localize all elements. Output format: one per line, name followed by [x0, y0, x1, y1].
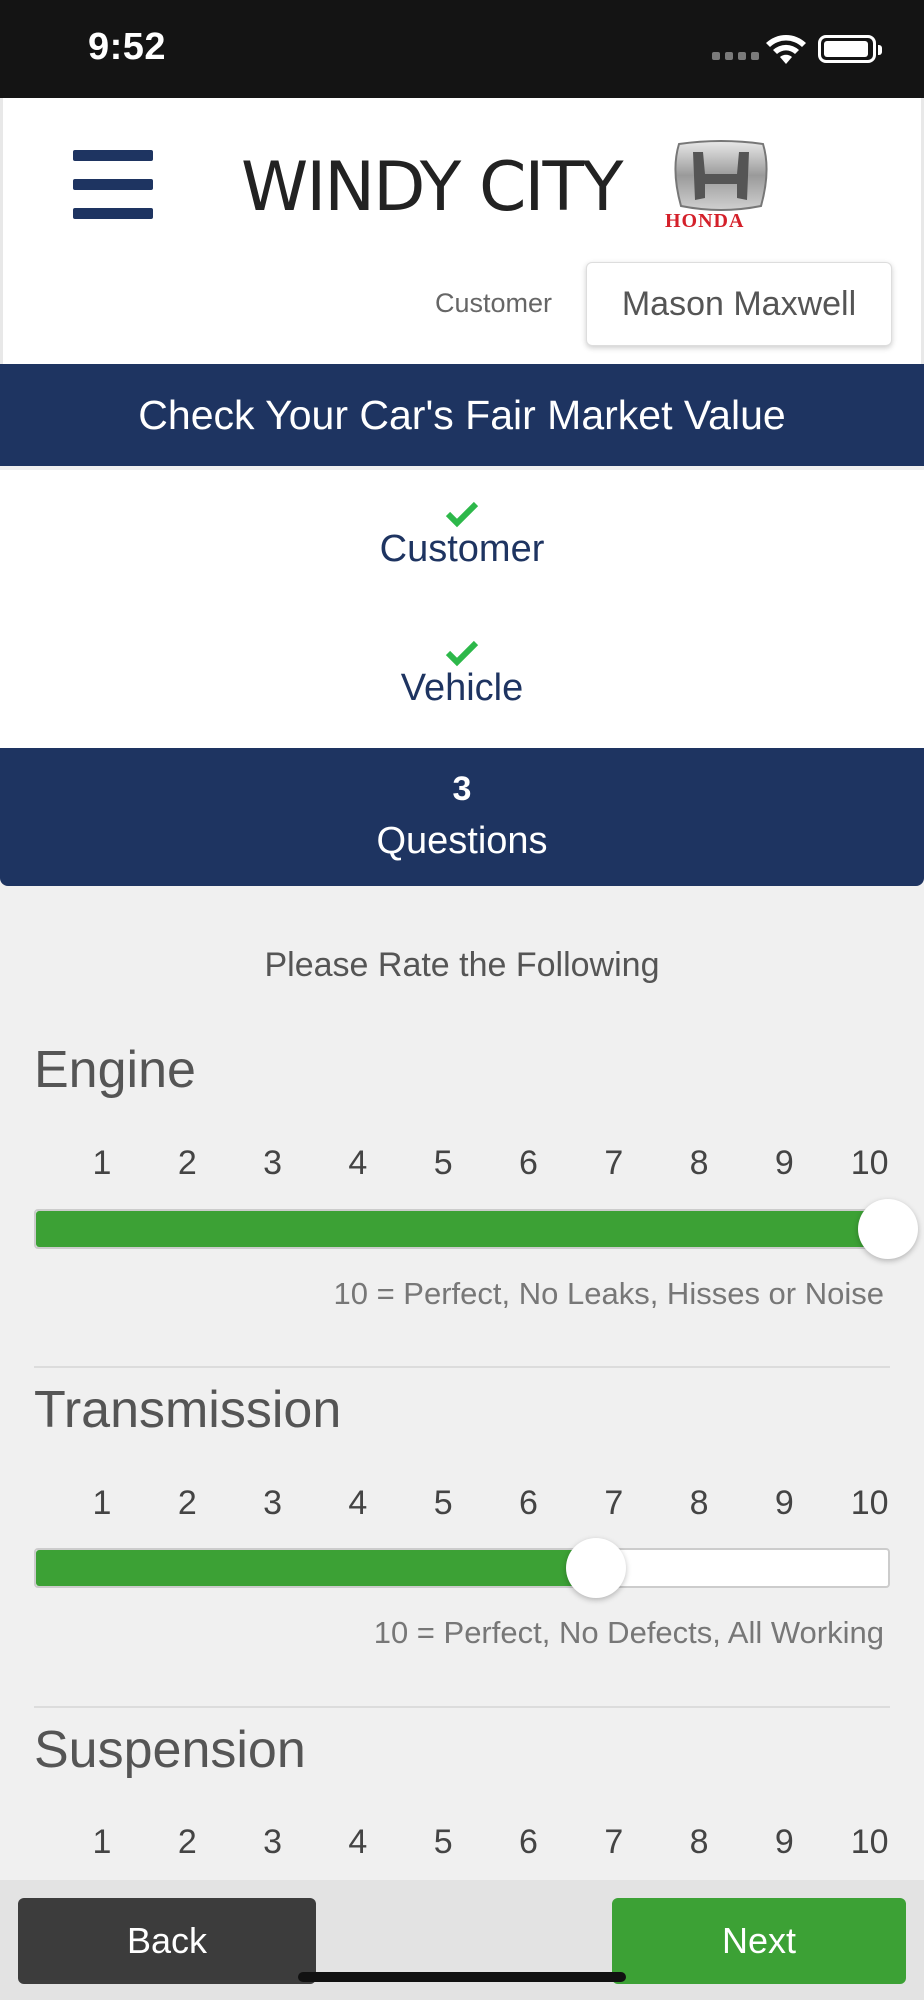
scale-label-5[interactable]: 5 [434, 1823, 453, 1862]
transmission-rating-hint: 10 = Perfect, No Defects, All Working [373, 1615, 884, 1650]
scale-label-2[interactable]: 2 [178, 1823, 197, 1862]
scale-label-3[interactable]: 3 [263, 1144, 282, 1183]
divider [34, 1706, 890, 1708]
scale-label-4[interactable]: 4 [348, 1144, 367, 1183]
slider-thumb[interactable] [565, 1538, 626, 1598]
scale-label-4[interactable]: 4 [348, 1484, 367, 1523]
scale-label-9[interactable]: 9 [775, 1144, 794, 1183]
step-label: Questions [376, 820, 548, 862]
scale-label-9[interactable]: 9 [775, 1823, 794, 1862]
battery-icon [818, 35, 882, 63]
question-title-engine: Engine [34, 1041, 196, 1099]
customer-label: Customer [435, 288, 553, 318]
scale-label-6[interactable]: 6 [519, 1484, 538, 1523]
menu-icon[interactable] [73, 150, 153, 220]
scale-label-10[interactable]: 10 [851, 1823, 889, 1862]
scale-label-3[interactable]: 3 [263, 1823, 282, 1862]
scale-label-1[interactable]: 1 [93, 1484, 112, 1523]
scale-label-3[interactable]: 3 [263, 1484, 282, 1523]
checkmark-icon [445, 640, 479, 667]
scale-label-7[interactable]: 7 [604, 1484, 623, 1523]
divider [34, 1366, 890, 1368]
scale-label-10[interactable]: 10 [851, 1144, 889, 1183]
scale-label-8[interactable]: 8 [690, 1823, 709, 1862]
status-bar: 9:52 [0, 0, 924, 98]
scale-label-8[interactable]: 8 [690, 1484, 709, 1523]
scale-label-9[interactable]: 9 [775, 1484, 794, 1523]
status-time: 9:52 [88, 26, 167, 68]
honda-wordmark: HONDA [665, 210, 745, 232]
rating-instructions: Please Rate the Following [264, 946, 660, 984]
slider-thumb[interactable] [858, 1199, 918, 1259]
step-vehicle[interactable]: Vehicle [0, 639, 924, 710]
next-button[interactable]: Next [612, 1898, 906, 1984]
home-indicator [298, 1972, 626, 1982]
cellular-signal-icon [712, 52, 759, 60]
progress-steps: Customer Vehicle [0, 470, 924, 748]
wifi-icon [766, 35, 806, 64]
transmission-rating-slider[interactable] [34, 1538, 890, 1598]
back-button[interactable]: Back [18, 1898, 316, 1984]
question-title-suspension: Suspension [34, 1721, 306, 1779]
question-title-transmission: Transmission [34, 1381, 342, 1439]
step-customer[interactable]: Customer [0, 500, 924, 571]
scale-label-7[interactable]: 7 [604, 1823, 623, 1862]
engine-rating-hint: 10 = Perfect, No Leaks, Hisses or Noise [333, 1276, 885, 1311]
scale-label-6[interactable]: 6 [519, 1823, 538, 1862]
scale-label-2[interactable]: 2 [178, 1144, 197, 1183]
slider-fill [36, 1550, 596, 1586]
step-number: 3 [452, 770, 472, 808]
scale-label-4[interactable]: 4 [348, 1823, 367, 1862]
scale-label-10[interactable]: 10 [851, 1484, 889, 1523]
scale-label-5[interactable]: 5 [434, 1484, 453, 1523]
scale-label-8[interactable]: 8 [690, 1144, 709, 1183]
dealer-logo-text: WINDY CITY [241, 148, 624, 227]
bottom-navigation: Back Next [0, 1880, 924, 2000]
app-header: WINDY CITY HONDA Customer Mason Maxwell [0, 98, 924, 364]
scale-label-6[interactable]: 6 [519, 1144, 538, 1183]
scale-label-1[interactable]: 1 [93, 1144, 112, 1183]
step-label: Vehicle [400, 667, 524, 709]
scale-label-5[interactable]: 5 [434, 1144, 453, 1183]
scale-label-7[interactable]: 7 [604, 1144, 623, 1183]
customer-name-button[interactable]: Mason Maxwell [586, 262, 892, 346]
engine-rating-slider[interactable] [34, 1199, 918, 1259]
step-label: Customer [379, 528, 545, 570]
page-title: Check Your Car's Fair Market Value [0, 364, 924, 466]
checkmark-icon [445, 501, 479, 528]
scale-label-1[interactable]: 1 [93, 1823, 112, 1862]
step-questions-current: 3 Questions [0, 748, 924, 886]
slider-fill [36, 1211, 888, 1247]
scale-label-2[interactable]: 2 [178, 1484, 197, 1523]
